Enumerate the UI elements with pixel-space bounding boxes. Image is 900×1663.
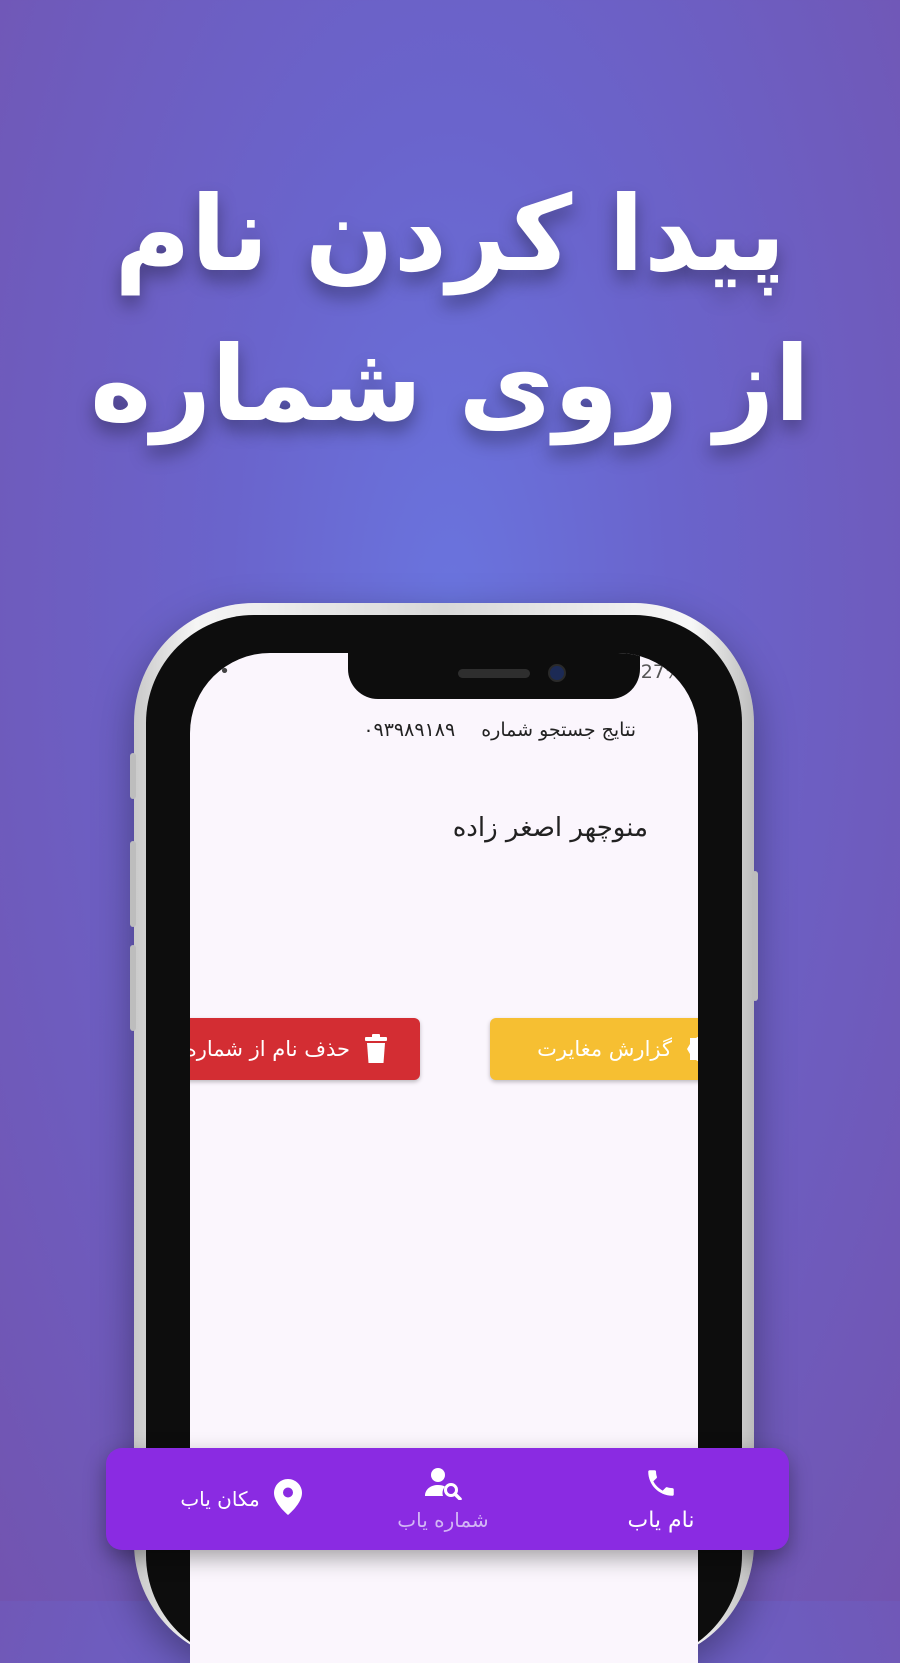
bottom-navigation: نام یاب شماره یاب مکان یاب (106, 1448, 789, 1550)
phone-notch (348, 653, 640, 699)
person-search-icon (424, 1466, 462, 1504)
result-name: منوچهر اصغر زاده (452, 813, 648, 843)
delete-name-button[interactable]: حذف نام از شماره (190, 1018, 420, 1080)
volume-down-button (130, 945, 136, 1031)
volume-up-button (130, 841, 136, 927)
nav-item-location-finder[interactable]: مکان یاب (126, 1448, 356, 1550)
nav-item-name-finder[interactable]: نام یاب (551, 1448, 771, 1550)
front-camera (548, 664, 566, 682)
nav-item-number-finder[interactable]: شماره یاب (333, 1448, 553, 1550)
mute-switch (130, 753, 136, 799)
battery-icon (689, 664, 698, 680)
report-discrepancy-button[interactable]: گزارش مغایرت (490, 1018, 698, 1080)
location-pin-icon (273, 1479, 302, 1519)
status-notification-dots: ••• (194, 661, 232, 682)
nav-label-location-finder: مکان یاب (180, 1487, 260, 1511)
trash-icon (364, 1034, 388, 1064)
headline-line-2: از روی شماره (89, 323, 811, 445)
power-button (752, 871, 758, 1001)
searched-number: ۰۹۳۹۸۹۱۸۹ (363, 719, 456, 741)
nav-label-number-finder: شماره یاب (397, 1508, 489, 1532)
phone-icon (644, 1466, 678, 1504)
headline-line-1: پیدا کردن نام (114, 173, 786, 295)
search-results-header: نتایج جستجو شماره ۰۹۳۹۸۹۱۸۹ (363, 719, 636, 741)
alert-icon (686, 1034, 698, 1064)
battery-percent: 27% (640, 661, 683, 683)
results-label: نتایج جستجو شماره (481, 719, 636, 741)
delete-label: حذف نام از شماره (190, 1037, 350, 1061)
nav-label-name-finder: نام یاب (627, 1507, 695, 1533)
speaker-grille (458, 669, 530, 678)
report-label: گزارش مغایرت (537, 1037, 672, 1061)
